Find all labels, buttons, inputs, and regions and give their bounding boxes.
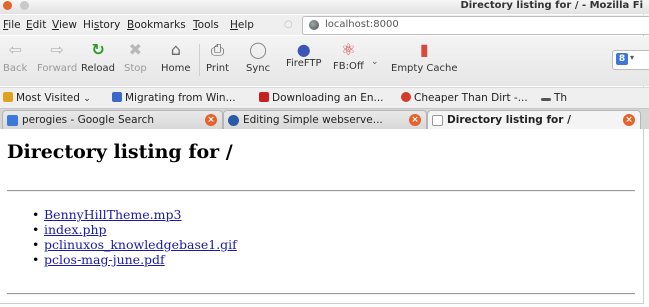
stop-icon: ✖ [128,40,143,59]
bookmarks-toolbar: Most Visited ⌄ Migrating from Win... Dow… [0,87,649,108]
bookmark-item[interactable]: Downloading an En... [259,92,384,104]
chevron-down-icon: ⌄ [371,57,379,67]
bookmark-item[interactable]: Migrating from Win... [112,92,236,104]
forward-arrow-icon: ⇨ [50,40,64,59]
forward-button[interactable]: ⇨ Forward [37,40,77,74]
back-arrow-icon: ⇦ [8,40,22,59]
page-icon [112,92,122,102]
browser-window: Directory listing for / - Mozilla Fi Fil… [0,0,649,304]
home-icon: ⌂ [170,40,181,59]
list-item: pclos-mag-june.pdf [32,252,237,267]
fireftp-button[interactable]: ● FireFTP [286,40,322,69]
tab-directory-listing[interactable]: Directory listing for / × [427,110,641,130]
site-identity-icon[interactable] [309,20,319,30]
throbber-icon: ○ [284,19,293,30]
home-button[interactable]: ⌂ Home [161,40,191,74]
bookmark-most-visited[interactable]: Most Visited ⌄ [3,92,91,104]
firebug-button[interactable]: ⚛ FB:Off [333,40,364,72]
menu-edit[interactable]: Edit [26,19,46,31]
window-minimize-icon[interactable] [20,1,30,10]
window-title: Directory listing for / - Mozilla Fi [460,0,643,11]
sync-icon: ◯ [249,40,267,59]
printer-icon: ⎙ [211,40,224,59]
navigation-toolbar: ⇦ Back ⇨ Forward ↻ Reload ✖ Stop ⌂ Home … [0,36,649,86]
tab-bar: perogies - Google Search × Editing Simpl… [0,108,649,130]
file-link[interactable]: index.php [44,222,107,237]
page-icon [401,92,411,102]
page-icon [259,92,269,102]
bookmark-item[interactable]: Cheaper Than Dirt -... [401,92,528,104]
fireftp-icon: ● [296,40,311,59]
search-engine-icon[interactable]: 8 [616,53,628,65]
firebug-icon: ⚛ [341,40,356,59]
bookmark-item[interactable]: Th [541,92,567,104]
file-link[interactable]: pclos-mag-june.pdf [44,252,165,267]
title-bar: Directory listing for / - Mozilla Fi [0,0,649,14]
menu-history[interactable]: History [83,19,120,31]
address-url[interactable]: localhost:8000 [325,19,399,30]
file-link[interactable]: BennyHillTheme.mp3 [44,207,181,222]
sync-button[interactable]: ◯ Sync [246,40,270,74]
menu-tools[interactable]: Tools [193,19,219,31]
divider [7,190,635,192]
empty-cache-button[interactable]: ▮ Empty Cache [391,40,458,74]
file-list: BennyHillTheme.mp3 index.php pclinuxos_k… [32,207,237,267]
empty-cache-icon: ▮ [419,40,429,59]
file-link[interactable]: pclinuxos_knowledgebase1.gif [44,237,237,252]
page-heading: Directory listing for / [7,141,233,163]
blank-page-icon [432,115,443,126]
print-button[interactable]: ⎙ Print [206,40,229,74]
menu-help[interactable]: Help [230,19,254,31]
list-item: index.php [32,222,237,237]
search-engine-box[interactable]: 8 ▾ [612,50,649,70]
tab-close-icon[interactable]: × [205,114,217,126]
firebug-dropdown[interactable]: ⌄ [371,56,379,67]
address-bar[interactable]: localhost:8000 [302,16,649,35]
list-item: BennyHillTheme.mp3 [32,207,237,222]
page-icon [541,98,551,101]
menu-view[interactable]: View [52,19,77,31]
tab-close-icon[interactable]: × [623,114,635,126]
window-close-icon[interactable] [3,1,12,10]
chevron-down-icon[interactable]: ▾ [630,53,634,62]
folder-icon [3,92,13,102]
list-item: pclinuxos_knowledgebase1.gif [32,237,237,252]
stop-button[interactable]: ✖ Stop [124,40,147,74]
divider [7,293,635,295]
tab-google-search[interactable]: perogies - Google Search × [2,110,223,129]
menu-bookmarks[interactable]: Bookmarks [127,19,186,31]
site-favicon-icon [228,115,239,126]
reload-icon: ↻ [91,40,105,59]
google-favicon-icon [7,115,18,126]
tab-close-icon[interactable]: × [409,114,421,126]
tab-editing-webserver[interactable]: Editing Simple webserve... × [223,110,427,129]
toolbar-separator [199,44,200,76]
menu-file[interactable]: File [3,19,21,31]
chevron-down-icon: ⌄ [83,94,91,104]
reload-button[interactable]: ↻ Reload [81,40,115,74]
back-button[interactable]: ⇦ Back [3,40,27,74]
menu-bar: File Edit View History Bookmarks Tools H… [0,15,649,35]
page-content: Directory listing for / BennyHillTheme.m… [0,129,643,303]
